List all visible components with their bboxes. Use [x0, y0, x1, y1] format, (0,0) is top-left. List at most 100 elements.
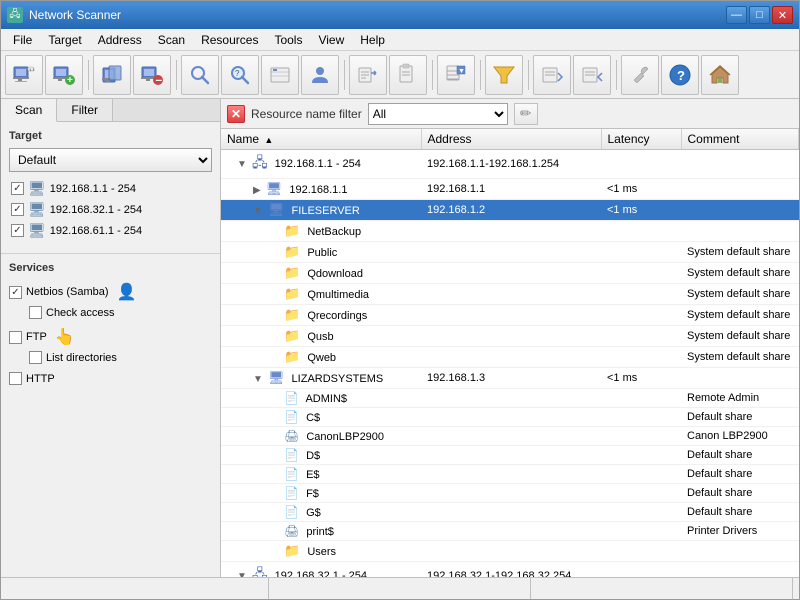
cell-latency: [601, 242, 681, 263]
toolbar-sep-5: [477, 55, 483, 95]
target-checkbox-2[interactable]: [11, 224, 24, 237]
table-row[interactable]: 📄 C$ Default share: [221, 408, 799, 427]
close-button[interactable]: ✕: [772, 6, 793, 24]
toolbar-save-btn[interactable]: ▼: [437, 55, 475, 95]
col-header-name[interactable]: Name ▲: [221, 129, 421, 150]
toolbar-home-btn[interactable]: [701, 55, 739, 95]
toolbar-add-btn[interactable]: +: [45, 55, 83, 95]
collapse-arrow[interactable]: ▼: [253, 374, 263, 385]
ftp-checkbox[interactable]: [9, 331, 22, 344]
list-dirs-checkbox[interactable]: [29, 351, 42, 364]
toolbar-filter-btn[interactable]: [485, 55, 523, 95]
toolbar-copy2-btn[interactable]: [349, 55, 387, 95]
table-row[interactable]: ▼ 🖧 192.168.1.1 - 254 192.168.1.1-192.16…: [221, 150, 799, 179]
target-checkbox-0[interactable]: [11, 182, 24, 195]
table-row[interactable]: 📄 F$ Default share: [221, 484, 799, 503]
toolbar-sep-6: [525, 55, 531, 95]
row-type-icon: 📁: [284, 310, 300, 322]
computer-icon-1: 🖥: [28, 201, 46, 218]
menu-resources[interactable]: Resources: [193, 31, 266, 49]
menu-file[interactable]: File: [5, 31, 40, 49]
folder-icon: 📁: [284, 265, 300, 280]
minimize-button[interactable]: —: [726, 6, 747, 24]
cell-latency: [601, 427, 681, 446]
cell-latency: [601, 347, 681, 368]
table-row[interactable]: 🖨 CanonLBP2900 Canon LBP2900: [221, 427, 799, 446]
menu-target[interactable]: Target: [40, 31, 89, 49]
table-row[interactable]: ▶ 🖥 192.168.1.1 192.168.1.1 <1 ms: [221, 179, 799, 200]
toolbar-paste-btn[interactable]: [389, 55, 427, 95]
table-container[interactable]: Name ▲ Address Latency Comment: [221, 129, 799, 577]
table-row[interactable]: 📁 Qdownload System default share: [221, 263, 799, 284]
collapse-arrow[interactable]: ▼: [237, 159, 247, 170]
col-header-address[interactable]: Address: [421, 129, 601, 150]
row-type-icon: 🖧: [252, 158, 268, 170]
cell-name: 📁 NetBackup: [221, 221, 421, 242]
toolbar-help-btn[interactable]: ?: [661, 55, 699, 95]
cell-name: ▼ 🖧 192.168.32.1 - 254: [221, 562, 421, 578]
filter-select[interactable]: All: [368, 103, 508, 125]
filter-edit-button[interactable]: ✏: [514, 103, 538, 125]
cell-name: 📁 Qrecordings: [221, 305, 421, 326]
target-checkbox-1[interactable]: [11, 203, 24, 216]
maximize-button[interactable]: □: [749, 6, 770, 24]
col-header-latency[interactable]: Latency: [601, 129, 681, 150]
table-row[interactable]: 📁 Qrecordings System default share: [221, 305, 799, 326]
table-row[interactable]: 📁 Qusb System default share: [221, 326, 799, 347]
cell-comment: Canon LBP2900: [681, 427, 799, 446]
menu-address[interactable]: Address: [90, 31, 150, 49]
table-row[interactable]: 📁 Qweb System default share: [221, 347, 799, 368]
tab-filter[interactable]: Filter: [57, 99, 113, 121]
cell-name: 📁 Qusb: [221, 326, 421, 347]
menu-scan[interactable]: Scan: [150, 31, 193, 49]
filter-clear-button[interactable]: ✕: [227, 105, 245, 123]
menu-help[interactable]: Help: [352, 31, 393, 49]
computer-icon-2: 🖥: [28, 222, 46, 239]
cell-comment: Default share: [681, 446, 799, 465]
expand-arrow[interactable]: ▶: [253, 185, 261, 196]
svg-text:+: +: [67, 75, 73, 86]
toolbar-details-btn[interactable]: [261, 55, 299, 95]
row-type-icon: 📄: [284, 393, 299, 405]
tab-scan[interactable]: Scan: [1, 99, 57, 122]
cell-name-text: Users: [307, 546, 336, 558]
table-row[interactable]: 📁 Public System default share: [221, 242, 799, 263]
network-icon: 🖧: [252, 154, 268, 170]
toolbar-scan-btn[interactable]: 1.1: [5, 55, 43, 95]
netbios-checkbox[interactable]: [9, 286, 22, 299]
cell-name: ▼ 🖥 LIZARDSYSTEMS: [221, 368, 421, 389]
menu-view[interactable]: View: [310, 31, 352, 49]
toolbar-import-btn[interactable]: [573, 55, 611, 95]
cell-address: [421, 522, 601, 541]
services-section: Services Netbios (Samba) 👤 Check access …: [1, 253, 220, 395]
toolbar-person-btn[interactable]: [301, 55, 339, 95]
titlebar: 🖧 Network Scanner — □ ✕: [1, 1, 799, 29]
table-row[interactable]: ▼ 🖥 FILESERVER 192.168.1.2 <1 ms: [221, 200, 799, 221]
check-access-checkbox[interactable]: [29, 306, 42, 319]
table-row[interactable]: 📁 Users: [221, 541, 799, 562]
target-dropdown[interactable]: Default: [9, 148, 212, 172]
toolbar-search2-btn[interactable]: ?: [221, 55, 259, 95]
toolbar-export-btn[interactable]: [533, 55, 571, 95]
table-row[interactable]: 📄 D$ Default share: [221, 446, 799, 465]
collapse-arrow[interactable]: ▼: [237, 571, 247, 577]
table-row[interactable]: ▼ 🖧 192.168.32.1 - 254 192.168.32.1-192.…: [221, 562, 799, 578]
cell-address: 192.168.1.1-192.168.1.254: [421, 150, 601, 179]
table-row[interactable]: 📁 NetBackup: [221, 221, 799, 242]
collapse-arrow[interactable]: ▼: [253, 206, 263, 217]
table-row[interactable]: 📄 E$ Default share: [221, 465, 799, 484]
cell-address: [421, 389, 601, 408]
table-row[interactable]: 📄 ADMIN$ Remote Admin: [221, 389, 799, 408]
http-checkbox[interactable]: [9, 372, 22, 385]
menu-tools[interactable]: Tools: [266, 31, 310, 49]
table-row[interactable]: 🖨 print$ Printer Drivers: [221, 522, 799, 541]
col-header-comment[interactable]: Comment: [681, 129, 799, 150]
toolbar-wrench-btn[interactable]: [621, 55, 659, 95]
toolbar-remove-btn[interactable]: –: [133, 55, 171, 95]
cell-latency: [601, 503, 681, 522]
toolbar-search-btn[interactable]: [181, 55, 219, 95]
table-row[interactable]: 📁 Qmultimedia System default share: [221, 284, 799, 305]
table-row[interactable]: ▼ 🖥 LIZARDSYSTEMS 192.168.1.3 <1 ms: [221, 368, 799, 389]
table-row[interactable]: 📄 G$ Default share: [221, 503, 799, 522]
toolbar-copy-btn[interactable]: [93, 55, 131, 95]
